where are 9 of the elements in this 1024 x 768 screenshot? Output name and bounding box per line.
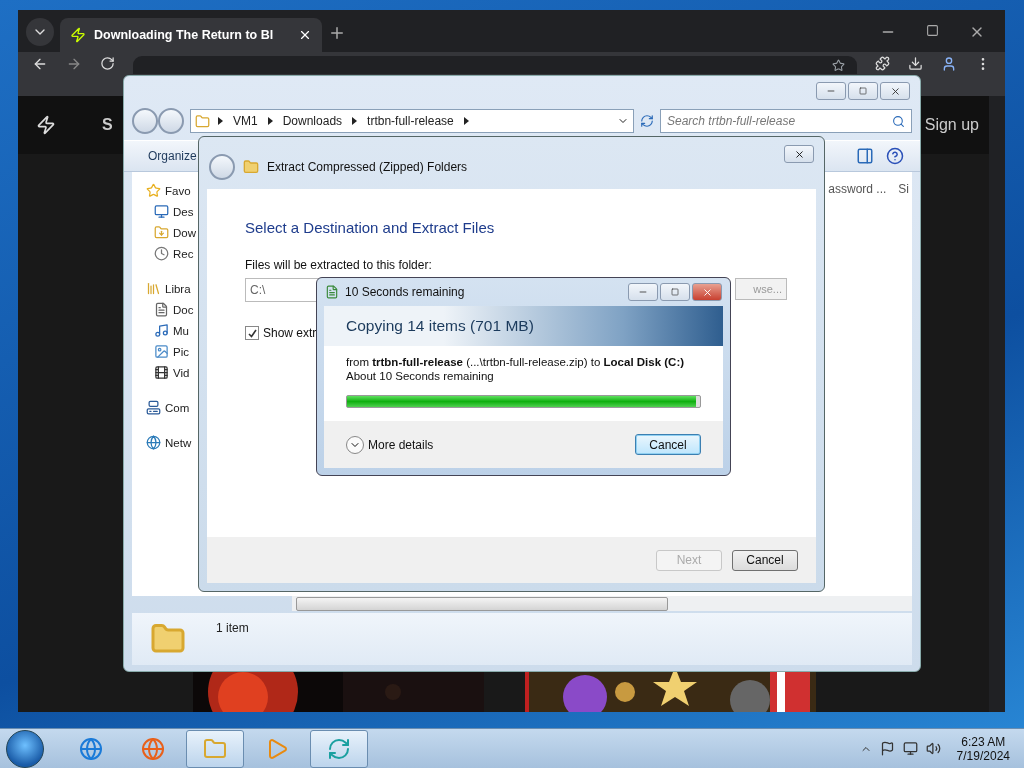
item-count: 1 item <box>216 621 249 635</box>
dialog-heading: Select a Destination and Extract Files <box>245 219 496 236</box>
site-title: S <box>102 116 113 134</box>
time-remaining: About 10 Seconds remaining <box>346 370 495 382</box>
dialog-title: 10 Seconds remaining <box>345 285 465 299</box>
copy-heading: Copying 14 items (701 MB) <box>346 317 534 335</box>
dialog-title: Extract Compressed (Zipped) Folders <box>267 160 468 174</box>
field-label: Files will be extracted to this folder: <box>245 258 433 272</box>
copy-source-text: from trtbn-full-release (...\trtbn-full-release.zip) to Local Disk (C:) <box>346 356 686 368</box>
